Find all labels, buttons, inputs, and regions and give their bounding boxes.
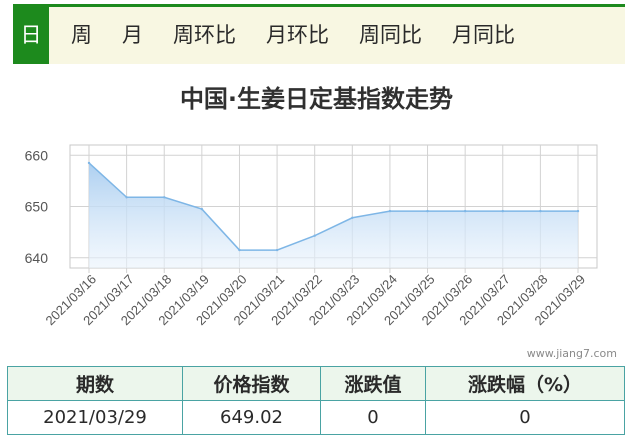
data-point xyxy=(313,234,316,237)
header-price-index: 价格指数 xyxy=(182,366,321,401)
data-point xyxy=(238,248,241,252)
period-tab-bar: 日 周 月 周环比 月环比 周同比 月同比 xyxy=(13,4,625,64)
header-change-percent: 涨跌幅（%） xyxy=(425,366,625,401)
index-summary-table: 期数 价格指数 涨跌值 涨跌幅（%） 2021/03/29 649.02 0 0 xyxy=(7,366,625,435)
index-trend-chart: 640 650 660 2021/03/162021/03/172021/03/18… xyxy=(25,144,598,329)
data-point xyxy=(275,248,279,252)
cell-period: 2021/03/29 xyxy=(7,400,183,435)
tab-week[interactable]: 周 xyxy=(71,7,92,64)
series-area xyxy=(89,162,578,268)
tab-day[interactable]: 日 xyxy=(13,7,49,64)
y-tick-label: 650 xyxy=(25,199,49,215)
tab-month-year-on-year[interactable]: 月同比 xyxy=(452,7,515,64)
cell-price-index: 649.02 xyxy=(182,400,321,435)
data-point xyxy=(388,209,392,213)
data-point xyxy=(539,209,542,213)
y-tick-label: 640 xyxy=(25,250,49,266)
tab-week-year-on-year[interactable]: 周同比 xyxy=(359,7,422,64)
header-change-value: 涨跌值 xyxy=(320,366,426,401)
table-row: 2021/03/29 649.02 0 0 xyxy=(7,400,625,435)
y-axis-ticks: 640 650 660 xyxy=(25,147,49,266)
header-period: 期数 xyxy=(7,366,183,401)
tab-month-on-month[interactable]: 月环比 xyxy=(266,7,329,64)
data-point xyxy=(125,196,128,199)
y-tick-label: 660 xyxy=(25,147,49,163)
data-point xyxy=(576,209,580,213)
data-point xyxy=(463,209,467,213)
data-point xyxy=(426,209,429,213)
site-watermark: www.jiang7.com xyxy=(526,347,617,360)
tab-month[interactable]: 月 xyxy=(122,7,143,64)
data-point xyxy=(200,207,204,211)
data-point xyxy=(87,161,91,165)
data-point xyxy=(501,209,504,213)
cell-change-percent: 0 xyxy=(425,400,625,435)
data-point xyxy=(351,216,354,219)
x-axis-ticks: 2021/03/162021/03/172021/03/182021/03/19… xyxy=(42,272,588,329)
tab-week-on-week[interactable]: 周环比 xyxy=(173,7,236,64)
chart-title: 中国·生姜日定基指数走势 xyxy=(179,85,454,113)
data-point xyxy=(163,196,166,199)
cell-change-value: 0 xyxy=(320,400,426,435)
table-header-row: 期数 价格指数 涨跌值 涨跌幅（%） xyxy=(7,366,625,401)
